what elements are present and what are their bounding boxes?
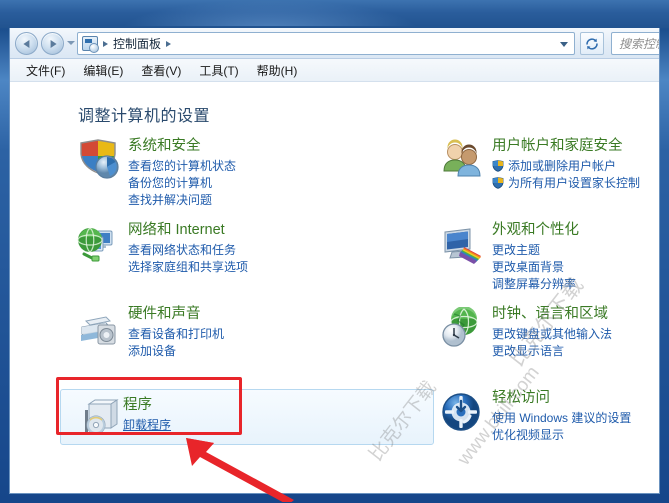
programs-disc-icon (77, 398, 123, 440)
category-links: 更改键盘或其他输入法 更改显示语言 (492, 326, 659, 359)
menu-help[interactable]: 帮助(H) (257, 62, 298, 79)
control-panel-content: 调整计算机的设置 系统和安全 查看您的计算机状态 备份您的计算机 查找并解决问题… (10, 82, 659, 492)
breadcrumb-separator-icon (103, 40, 108, 47)
breadcrumb-control-panel[interactable]: 控制面板 (113, 35, 161, 52)
category-links: 查看您的计算机状态 备份您的计算机 查找并解决问题 (128, 158, 406, 208)
window-frame: 控制面板 搜索控制面板 文件(F) 编辑(E) 查看(V) 工具(T) (0, 0, 669, 503)
category-network-and-internet[interactable]: 网络和 Internet 查看网络状态和任务 选择家庭组和共享选项 (66, 221, 406, 295)
menu-tools[interactable]: 工具(T) (199, 62, 238, 79)
printer-speaker-icon (76, 307, 122, 349)
uac-shield-icon (492, 160, 504, 172)
link-optimize-visual-display[interactable]: 优化视频显示 (492, 427, 564, 443)
category-system-and-security[interactable]: 系统和安全 查看您的计算机状态 备份您的计算机 查找并解决问题 (66, 137, 406, 211)
category-column-right: 用户帐户和家庭安全 添加或删除用户帐户 为所有用户设置家长控制 外观和个性化 更… (430, 137, 659, 473)
link-add-remove-user-accounts[interactable]: 添加或删除用户帐户 (492, 158, 616, 174)
category-title[interactable]: 硬件和声音 (128, 305, 201, 324)
uac-shield-icon (492, 177, 504, 189)
back-arrow-icon (22, 39, 29, 48)
menu-edit[interactable]: 编辑(E) (83, 62, 123, 79)
category-links: 查看设备和打印机 添加设备 (128, 326, 406, 359)
search-input[interactable]: 搜索控制面板 (611, 32, 659, 55)
back-button[interactable] (15, 32, 38, 55)
category-ease-of-access[interactable]: 轻松访问 使用 Windows 建议的设置 优化视频显示 (430, 389, 659, 463)
refresh-icon (586, 37, 598, 50)
address-bar: 控制面板 搜索控制面板 (10, 28, 659, 59)
link-windows-recommended-settings[interactable]: 使用 Windows 建议的设置 (492, 410, 631, 426)
category-links: 添加或删除用户帐户 为所有用户设置家长控制 (492, 158, 659, 191)
link-parental-controls[interactable]: 为所有用户设置家长控制 (492, 175, 640, 191)
link-change-keyboard-input[interactable]: 更改键盘或其他输入法 (492, 326, 612, 342)
users-icon (440, 139, 486, 181)
category-hardware-and-sound[interactable]: 硬件和声音 查看设备和打印机 添加设备 (66, 305, 406, 379)
forward-button[interactable] (41, 32, 64, 55)
clock-globe-icon (440, 306, 486, 349)
titlebar (0, 0, 669, 28)
category-column-left: 系统和安全 查看您的计算机状态 备份您的计算机 查找并解决问题 网络和 Inte… (60, 137, 434, 455)
category-title[interactable]: 轻松访问 (492, 389, 550, 408)
link-add-device[interactable]: 添加设备 (128, 343, 176, 359)
breadcrumb-separator-icon-2[interactable] (166, 40, 172, 47)
link-change-display-language[interactable]: 更改显示语言 (492, 343, 564, 359)
link-view-computer-status[interactable]: 查看您的计算机状态 (128, 158, 236, 174)
menu-bar: 文件(F) 编辑(E) 查看(V) 工具(T) 帮助(H) (10, 59, 659, 82)
category-title[interactable]: 外观和个性化 (492, 221, 579, 240)
history-dropdown-icon[interactable] (67, 41, 75, 45)
category-title[interactable]: 系统和安全 (128, 137, 201, 156)
link-label: 为所有用户设置家长控制 (508, 176, 641, 190)
link-uninstall-program[interactable]: 卸载程序 (123, 417, 171, 433)
category-clock-language-region[interactable]: 时钟、语言和区域 更改键盘或其他输入法 更改显示语言 (430, 305, 659, 379)
chevron-down-icon[interactable] (560, 42, 568, 47)
link-view-network-status[interactable]: 查看网络状态和任务 (128, 242, 236, 258)
network-globe-icon (76, 223, 122, 265)
forward-arrow-icon (50, 39, 57, 48)
category-title[interactable]: 用户帐户和家庭安全 (492, 137, 623, 156)
titlebar-glow (120, 0, 420, 26)
page-title: 调整计算机的设置 (78, 108, 211, 125)
link-homegroup-sharing[interactable]: 选择家庭组和共享选项 (128, 259, 248, 275)
control-panel-icon (82, 36, 99, 53)
link-find-fix-problems[interactable]: 查找并解决问题 (128, 192, 212, 208)
category-links: 更改主题 更改桌面背景 调整屏幕分辨率 (492, 242, 659, 292)
category-user-accounts[interactable]: 用户帐户和家庭安全 添加或删除用户帐户 为所有用户设置家长控制 (430, 137, 659, 211)
category-appearance-personalization[interactable]: 外观和个性化 更改主题 更改桌面背景 调整屏幕分辨率 (430, 221, 659, 295)
menu-view[interactable]: 查看(V) (141, 62, 181, 79)
menu-file[interactable]: 文件(F) (26, 62, 65, 79)
category-title[interactable]: 网络和 Internet (128, 221, 225, 240)
appearance-monitor-icon (440, 223, 486, 265)
address-input[interactable]: 控制面板 (77, 32, 575, 55)
refresh-button[interactable] (580, 32, 604, 55)
category-title[interactable]: 程序 (123, 396, 152, 415)
category-links: 查看网络状态和任务 选择家庭组和共享选项 (128, 242, 406, 275)
ease-of-access-icon (440, 391, 486, 433)
link-adjust-resolution[interactable]: 调整屏幕分辨率 (492, 276, 576, 292)
window-client-area: 控制面板 搜索控制面板 文件(F) 编辑(E) 查看(V) 工具(T) (9, 28, 660, 494)
link-label: 添加或删除用户帐户 (508, 159, 617, 173)
search-placeholder-text: 搜索控制面板 (619, 37, 659, 51)
link-view-devices-printers[interactable]: 查看设备和打印机 (128, 326, 224, 342)
category-programs[interactable]: 程序 卸载程序 (60, 389, 434, 445)
link-change-theme[interactable]: 更改主题 (492, 242, 540, 258)
category-links: 使用 Windows 建议的设置 优化视频显示 (492, 410, 659, 443)
link-backup-computer[interactable]: 备份您的计算机 (128, 175, 212, 191)
link-change-wallpaper[interactable]: 更改桌面背景 (492, 259, 564, 275)
category-links: 卸载程序 (123, 417, 433, 433)
category-title[interactable]: 时钟、语言和区域 (492, 305, 608, 324)
shield-security-icon (76, 139, 122, 181)
